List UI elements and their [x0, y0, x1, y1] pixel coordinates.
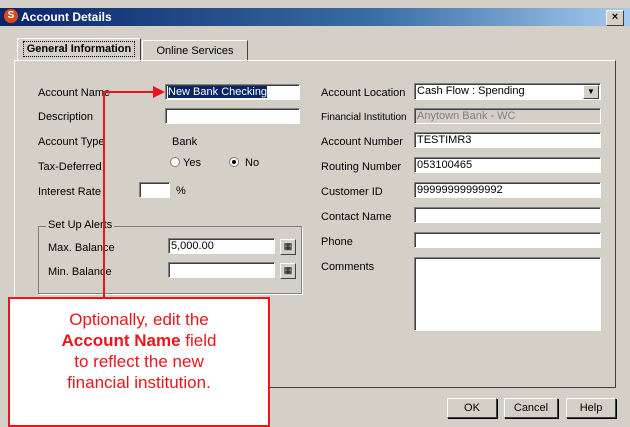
min-balance-input[interactable] — [168, 262, 275, 278]
tax-deferred-no-label: No — [245, 157, 260, 169]
financial-institution-input: Anytown Bank - WC — [414, 108, 601, 124]
routing-number-label: Routing Number — [321, 161, 402, 173]
account-name-value: New Bank Checking — [168, 86, 268, 98]
contact-name-label: Contact Name — [321, 211, 392, 223]
chevron-down-icon[interactable]: ▼ — [583, 85, 599, 99]
phone-input[interactable] — [414, 232, 601, 248]
close-button[interactable]: × — [606, 10, 624, 26]
callout-bold: Account Name — [61, 331, 181, 350]
account-name-label: Account Name — [38, 87, 111, 99]
calculator-icon[interactable]: ▦ — [280, 263, 296, 279]
routing-number-input[interactable]: 053100465 — [414, 157, 601, 173]
comments-label: Comments — [321, 261, 375, 273]
help-button[interactable]: Help — [566, 398, 616, 418]
tax-deferred-yes-label: Yes — [183, 157, 201, 169]
description-label: Description — [38, 111, 94, 123]
account-number-input[interactable]: TESTIMR3 — [414, 132, 601, 148]
callout-arrow-stem — [103, 92, 105, 297]
customer-id-label: Customer ID — [321, 186, 383, 198]
tab-general-information[interactable]: General Information — [17, 38, 141, 62]
customer-id-input[interactable]: 99999999999992 — [414, 182, 601, 198]
account-type-value: Bank — [172, 136, 198, 148]
callout-arrow-line — [103, 91, 153, 93]
account-location-label: Account Location — [321, 87, 406, 99]
callout-box: Optionally, edit the Account Name field … — [8, 297, 270, 427]
interest-rate-input[interactable] — [139, 182, 170, 198]
callout-arrow-head — [153, 86, 165, 98]
account-type-label: Account Type — [38, 136, 105, 148]
tax-deferred-label: Tax-Deferred — [38, 161, 102, 173]
financial-institution-label: Financial Institution — [321, 112, 407, 123]
tax-deferred-no-radio[interactable] — [229, 157, 239, 167]
account-number-label: Account Number — [321, 136, 403, 148]
tab-label: General Information — [22, 41, 136, 57]
cancel-button[interactable]: Cancel — [504, 398, 558, 418]
ok-button[interactable]: OK — [447, 398, 497, 418]
callout-line2: field — [180, 331, 217, 350]
callout-line1: Optionally, edit the — [69, 310, 209, 329]
phone-label: Phone — [321, 236, 353, 248]
account-name-input[interactable]: New Bank Checking — [165, 84, 300, 100]
comments-textarea[interactable] — [414, 257, 601, 331]
calculator-icon[interactable]: ▦ — [280, 239, 296, 255]
interest-rate-label: Interest Rate — [38, 186, 101, 198]
tab-label: Online Services — [156, 45, 234, 57]
max-balance-input[interactable]: 5,000.00 — [168, 238, 275, 254]
alerts-groupbox — [38, 226, 302, 294]
contact-name-input[interactable] — [414, 207, 601, 223]
percent-unit: % — [176, 185, 186, 197]
callout-line4: financial institution. — [67, 373, 211, 392]
title-bar: S Account Details × — [0, 8, 630, 26]
window-title: Account Details — [21, 10, 112, 24]
callout-line3: to reflect the new — [74, 352, 204, 371]
description-input[interactable] — [165, 108, 300, 124]
app-logo-icon: S — [4, 9, 18, 23]
tax-deferred-yes-radio[interactable] — [170, 157, 180, 167]
account-location-value: Cash Flow : Spending — [417, 85, 525, 97]
account-location-select[interactable]: Cash Flow : Spending ▼ — [414, 83, 601, 100]
tab-online-services[interactable]: Online Services — [142, 40, 248, 62]
